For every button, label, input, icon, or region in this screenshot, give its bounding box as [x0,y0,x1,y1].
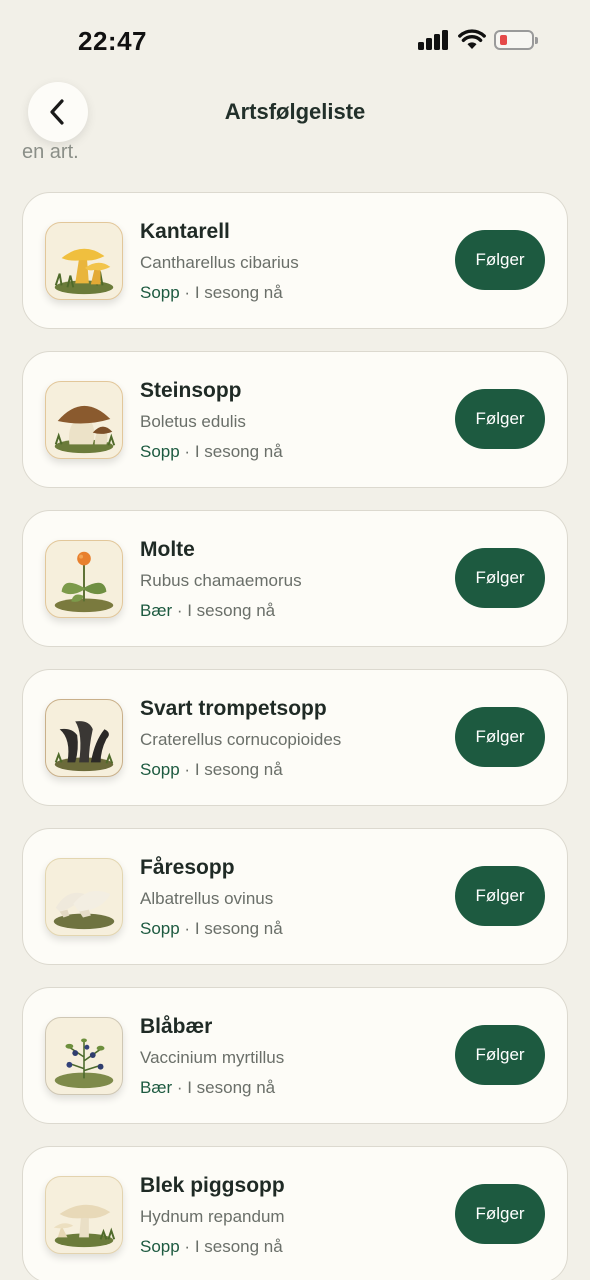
species-name: Molte [140,538,195,561]
species-category: Sopp [140,919,180,938]
species-latin-name: Boletus edulis [140,412,246,431]
species-meta: Sopp · I sesong nå [140,919,283,938]
species-meta: Sopp · I sesong nå [140,442,283,461]
season-status: I sesong nå [194,442,283,461]
follow-button[interactable]: Følger [455,1184,545,1244]
season-status: I sesong nå [187,1078,276,1097]
species-card[interactable]: Blåbær Vaccinium myrtillus Bær · I seson… [22,987,568,1124]
species-category: Sopp [140,283,180,302]
status-bar: 22:47 [0,0,590,80]
species-name: Steinsopp [140,379,242,402]
battery-icon [494,30,538,50]
species-latin-name: Hydnum repandum [140,1207,285,1226]
species-category: Bær [140,601,173,620]
species-meta: Bær · I sesong nå [140,1078,276,1097]
species-latin-name: Craterellus cornucopioides [140,730,342,749]
species-card[interactable]: Kantarell Cantharellus cibarius Sopp · I… [22,192,568,329]
species-card[interactable]: Molte Rubus chamaemorus Bær · I sesong n… [22,510,568,647]
black-trumpet-illustration [45,699,123,777]
species-category: Bær [140,1078,173,1097]
species-latin-name: Rubus chamaemorus [140,571,302,590]
species-meta: Bær · I sesong nå [140,601,276,620]
species-name: Kantarell [140,220,230,243]
season-status: I sesong nå [194,760,283,779]
follow-button[interactable]: Følger [455,548,545,608]
species-name: Blek piggsopp [140,1174,285,1197]
species-latin-name: Vaccinium myrtillus [140,1048,285,1067]
follow-button[interactable]: Følger [455,1025,545,1085]
species-card[interactable]: Blek piggsopp Hydnum repandum Sopp · I s… [22,1146,568,1280]
species-list: Kantarell Cantharellus cibarius Sopp · I… [22,192,568,1280]
species-name: Svart trompetsopp [140,697,327,720]
sheep-polypore-illustration [45,858,123,936]
species-meta: Sopp · I sesong nå [140,283,283,302]
follow-button[interactable]: Følger [455,230,545,290]
chanterelle-illustration [45,222,123,300]
follow-button[interactable]: Følger [455,707,545,767]
navigation-bar: Artsfølgeliste [0,80,590,144]
cellular-signal-icon [418,30,450,50]
species-name: Blåbær [140,1015,213,1038]
page-title: Artsfølgeliste [224,99,366,124]
follow-button[interactable]: Følger [455,389,545,449]
species-meta: Sopp · I sesong nå [140,760,283,779]
species-latin-name: Cantharellus cibarius [140,253,299,272]
species-name: Fåresopp [140,856,235,879]
hedgehog-mushroom-illustration [45,1176,123,1254]
species-category: Sopp [140,442,180,461]
season-status: I sesong nå [194,1237,283,1256]
species-latin-name: Albatrellus ovinus [140,889,274,908]
wifi-icon [458,29,486,49]
species-meta: Sopp · I sesong nå [140,1237,283,1256]
species-card[interactable]: Steinsopp Boletus edulis Sopp · I sesong… [22,351,568,488]
species-card[interactable]: Fåresopp Albatrellus ovinus Sopp · I ses… [22,828,568,965]
species-card[interactable]: Svart trompetsopp Craterellus cornucopio… [22,669,568,806]
season-status: I sesong nå [187,601,276,620]
porcini-illustration [45,381,123,459]
intro-text-fragment: en art. [22,141,79,163]
season-status: I sesong nå [194,283,283,302]
blueberry-illustration [45,1017,123,1095]
season-status: I sesong nå [194,919,283,938]
species-category: Sopp [140,760,180,779]
species-category: Sopp [140,1237,180,1256]
status-time: 22:47 [78,26,147,56]
follow-button[interactable]: Følger [455,866,545,926]
cloudberry-illustration [45,540,123,618]
